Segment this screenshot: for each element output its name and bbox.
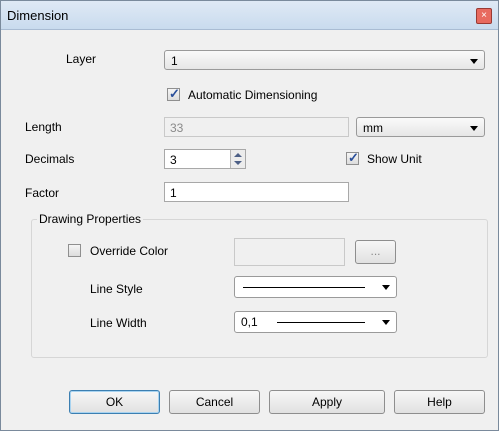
chevron-down-icon xyxy=(470,126,478,131)
length-unit-value: mm xyxy=(363,121,383,135)
drawing-properties-title: Drawing Properties xyxy=(37,212,144,226)
factor-label: Factor xyxy=(25,186,60,200)
length-unit-select[interactable]: mm xyxy=(356,117,485,137)
line-width-select[interactable]: 0,1 xyxy=(234,311,397,333)
close-button[interactable]: × xyxy=(476,8,492,24)
cancel-button[interactable]: Cancel xyxy=(169,390,260,414)
check-icon: ✓ xyxy=(169,86,180,101)
close-icon: × xyxy=(481,10,487,21)
override-color-swatch xyxy=(234,238,345,266)
ok-button[interactable]: OK xyxy=(69,390,160,414)
chevron-down-icon xyxy=(382,320,390,325)
layer-label: Layer xyxy=(66,52,97,66)
chevron-down-icon xyxy=(470,59,478,64)
line-width-label: Line Width xyxy=(90,316,147,330)
show-unit-checkbox[interactable]: ✓ xyxy=(346,150,359,165)
factor-input[interactable]: 1 xyxy=(164,182,349,202)
layer-value: 1 xyxy=(171,54,178,68)
line-width-value: 0,1 xyxy=(241,315,258,329)
dimension-dialog: Dimension × Layer 1 ✓ Automatic Dimensio… xyxy=(0,0,499,431)
automatic-dimensioning-checkbox[interactable]: ✓ xyxy=(167,86,180,101)
decimals-stepper[interactable] xyxy=(230,150,245,168)
arrow-down-icon[interactable] xyxy=(234,161,242,165)
line-style-select[interactable] xyxy=(234,276,397,298)
length-value: 33 xyxy=(170,121,184,135)
line-width-preview-icon xyxy=(277,322,365,323)
ellipsis-icon: ... xyxy=(370,244,381,258)
color-browse-button[interactable]: ... xyxy=(355,240,396,264)
line-style-label: Line Style xyxy=(90,282,143,296)
decimals-value: 3 xyxy=(170,153,177,167)
length-label: Length xyxy=(25,120,62,134)
check-icon: ✓ xyxy=(348,150,359,165)
decimals-input[interactable]: 3 xyxy=(164,149,246,169)
override-color-checkbox[interactable] xyxy=(68,244,81,257)
length-input: 33 xyxy=(164,117,349,137)
decimals-label: Decimals xyxy=(25,152,75,166)
override-color-label: Override Color xyxy=(90,244,169,258)
automatic-dimensioning-label: Automatic Dimensioning xyxy=(188,88,318,102)
chevron-down-icon xyxy=(382,285,390,290)
arrow-up-icon[interactable] xyxy=(234,153,242,157)
title-bar[interactable]: Dimension × xyxy=(1,1,498,30)
help-button[interactable]: Help xyxy=(394,390,485,414)
factor-value: 1 xyxy=(170,186,177,200)
solid-line-icon xyxy=(243,287,365,288)
dialog-title: Dimension xyxy=(7,8,69,23)
apply-button[interactable]: Apply xyxy=(269,390,385,414)
layer-select[interactable]: 1 xyxy=(164,50,485,70)
show-unit-label: Show Unit xyxy=(367,152,422,166)
